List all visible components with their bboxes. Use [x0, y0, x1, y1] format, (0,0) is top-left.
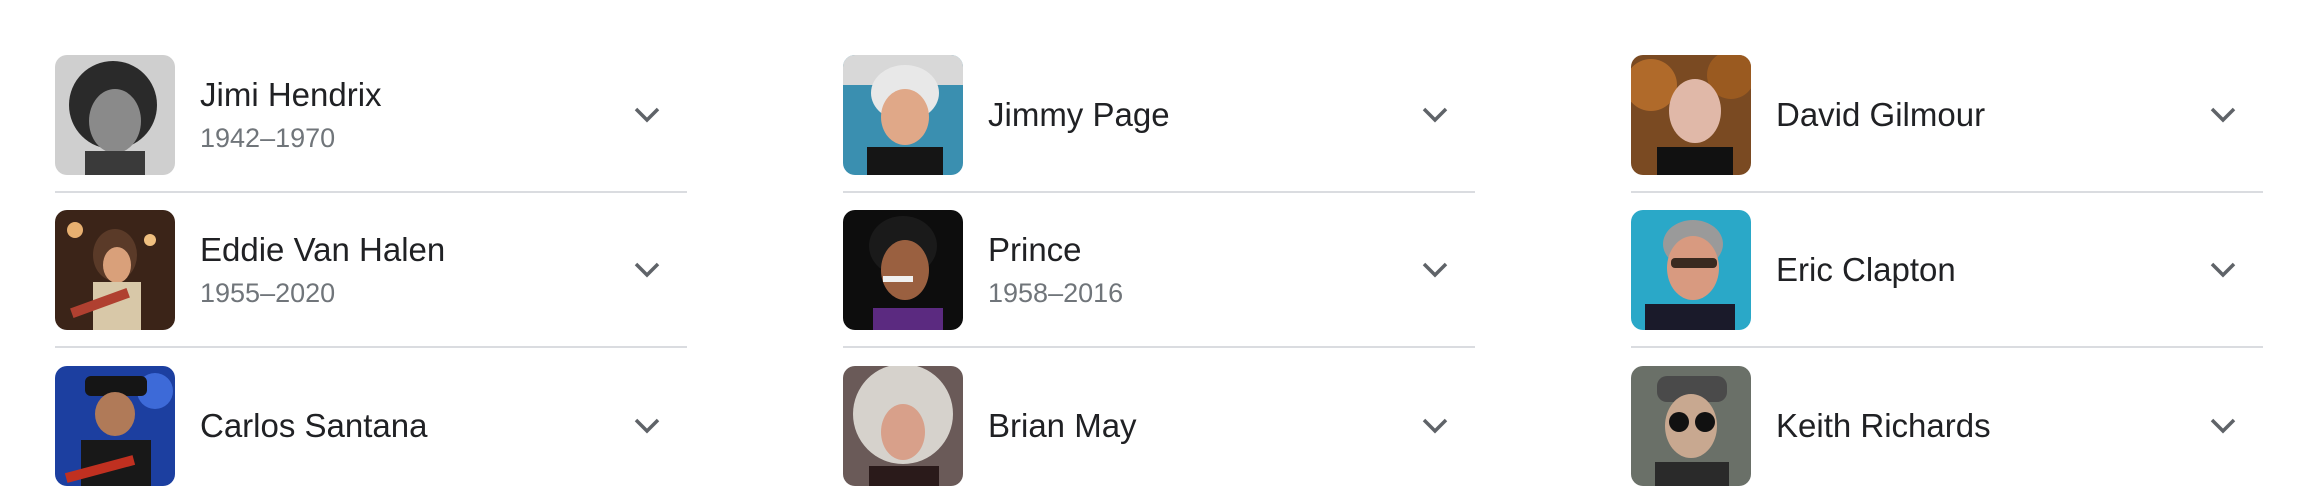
- person-years: 1942–1970: [200, 122, 336, 153]
- person-name: Keith Richards: [1776, 406, 1991, 444]
- keith-richards-photo: [1631, 365, 1751, 486]
- person-row-brian-may[interactable]: Brian May: [843, 348, 1475, 503]
- people-grid: Jimi Hendrix 1942–1970 Eddie Van Halen 1: [55, 38, 2263, 503]
- jimi-hendrix-photo: [55, 54, 175, 175]
- person-name: Jimmy Page: [988, 95, 1170, 133]
- person-row-jimi-hendrix[interactable]: Jimi Hendrix 1942–1970: [55, 38, 687, 193]
- eddie-van-halen-photo: [55, 209, 175, 330]
- person-name: Brian May: [988, 406, 1137, 444]
- person-row-prince[interactable]: Prince 1958–2016: [843, 193, 1475, 348]
- person-row-david-gilmour[interactable]: David Gilmour: [1631, 38, 2263, 193]
- person-name: David Gilmour: [1776, 95, 1986, 133]
- people-column-2: Jimmy Page Prince 1958–2016 Brian May: [843, 38, 1475, 503]
- people-column-1: Jimi Hendrix 1942–1970 Eddie Van Halen 1: [55, 38, 687, 503]
- chevron-down-icon[interactable]: [627, 95, 667, 135]
- brian-may-photo: [843, 365, 963, 486]
- chevron-down-icon[interactable]: [1415, 95, 1455, 135]
- person-row-keith-richards[interactable]: Keith Richards: [1631, 348, 2263, 503]
- person-name: Carlos Santana: [200, 406, 428, 444]
- person-row-eric-clapton[interactable]: Eric Clapton: [1631, 193, 2263, 348]
- person-years: 1958–2016: [988, 277, 1124, 308]
- prince-photo: [843, 209, 963, 330]
- chevron-down-icon[interactable]: [2203, 250, 2243, 290]
- chevron-down-icon[interactable]: [2203, 95, 2243, 135]
- jimmy-page-photo: [843, 54, 963, 175]
- person-years: 1955–2020: [200, 277, 336, 308]
- david-gilmour-photo: [1631, 54, 1751, 175]
- person-row-jimmy-page[interactable]: Jimmy Page: [843, 38, 1475, 193]
- person-name: Eddie Van Halen: [200, 230, 446, 268]
- person-row-carlos-santana[interactable]: Carlos Santana: [55, 348, 687, 503]
- chevron-down-icon[interactable]: [627, 406, 667, 446]
- people-column-3: David Gilmour Eric Clapton Keith Richard…: [1631, 38, 2263, 503]
- chevron-down-icon[interactable]: [2203, 406, 2243, 446]
- carlos-santana-photo: [55, 365, 175, 486]
- person-name: Prince: [988, 230, 1082, 268]
- chevron-down-icon[interactable]: [627, 250, 667, 290]
- person-name: Jimi Hendrix: [200, 75, 382, 113]
- person-row-eddie-van-halen[interactable]: Eddie Van Halen 1955–2020: [55, 193, 687, 348]
- eric-clapton-photo: [1631, 209, 1751, 330]
- person-name: Eric Clapton: [1776, 250, 1956, 288]
- chevron-down-icon[interactable]: [1415, 406, 1455, 446]
- chevron-down-icon[interactable]: [1415, 250, 1455, 290]
